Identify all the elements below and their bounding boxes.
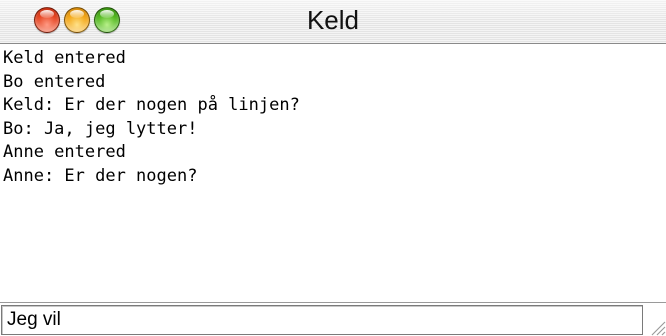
resize-grip-icon[interactable]: [644, 314, 666, 336]
resize-grip-graphic: [651, 321, 666, 336]
transcript-line: Keld entered: [3, 48, 126, 68]
transcript-line: Bo entered: [3, 71, 106, 92]
zoom-icon[interactable]: [94, 7, 120, 33]
chat-window: Keld Keld entered Bo entered Keld: Er de…: [0, 0, 666, 336]
minimize-icon[interactable]: [64, 7, 90, 33]
transcript-line: Bo: Ja, jeg lytter!: [3, 118, 198, 139]
close-icon[interactable]: [34, 7, 60, 33]
chat-transcript[interactable]: Keld entered Bo entered Keld: Er der nog…: [0, 44, 666, 302]
transcript-line: Keld: Er der nogen på linjen?: [3, 95, 300, 116]
message-input[interactable]: [1, 305, 643, 335]
message-input-row: [0, 302, 666, 336]
transcript-line: Anne: Er der nogen?: [3, 165, 198, 186]
transcript-line: Anne entered: [3, 142, 126, 163]
title-bar[interactable]: Keld: [0, 0, 666, 44]
